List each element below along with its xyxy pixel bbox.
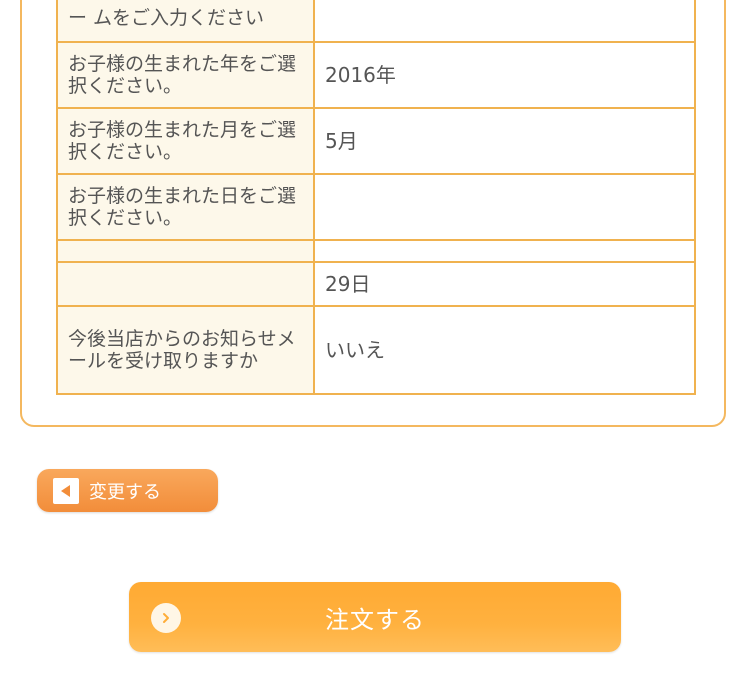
triangle-left-icon	[53, 477, 79, 504]
row-label-birth-day: お子様の生まれた日をご選択ください。	[56, 173, 315, 241]
row-value-empty	[313, 239, 696, 263]
table-row: 29日	[56, 261, 696, 307]
order-button[interactable]: 注文する	[129, 582, 621, 652]
row-value-birth-year: 2016年	[313, 41, 696, 109]
table-row: 今後当店からのお知らせメールを受け取りますか いいえ	[56, 305, 696, 395]
row-label: ー ムをご入力ください	[56, 0, 315, 43]
row-label-birth-month: お子様の生まれた月をご選択ください。	[56, 107, 315, 175]
row-value-birth-month: 5月	[313, 107, 696, 175]
chevron-right-circle-icon	[151, 603, 181, 633]
table-row: お子様の生まれた月をご選択ください。 5月	[56, 107, 696, 175]
row-label-empty	[56, 239, 315, 263]
change-button[interactable]: 変更する	[37, 469, 218, 512]
row-label-birth-year: お子様の生まれた年をご選択ください。	[56, 41, 315, 109]
row-value-birth-day	[313, 173, 696, 241]
table-row: ー ムをご入力ください	[56, 0, 696, 43]
change-button-label: 変更する	[89, 481, 161, 503]
confirmation-table: ー ムをご入力ください お子様の生まれた年をご選択ください。 2016年 お子様…	[56, 0, 696, 395]
row-value-newsletter: いいえ	[313, 305, 696, 395]
row-value	[313, 0, 696, 43]
table-row	[56, 239, 696, 263]
row-value-day: 29日	[313, 261, 696, 307]
order-button-label: 注文する	[325, 605, 425, 634]
row-label-day-value	[56, 261, 315, 307]
row-label-newsletter: 今後当店からのお知らせメールを受け取りますか	[56, 305, 315, 395]
table-row: お子様の生まれた日をご選択ください。	[56, 173, 696, 241]
table-row: お子様の生まれた年をご選択ください。 2016年	[56, 41, 696, 109]
